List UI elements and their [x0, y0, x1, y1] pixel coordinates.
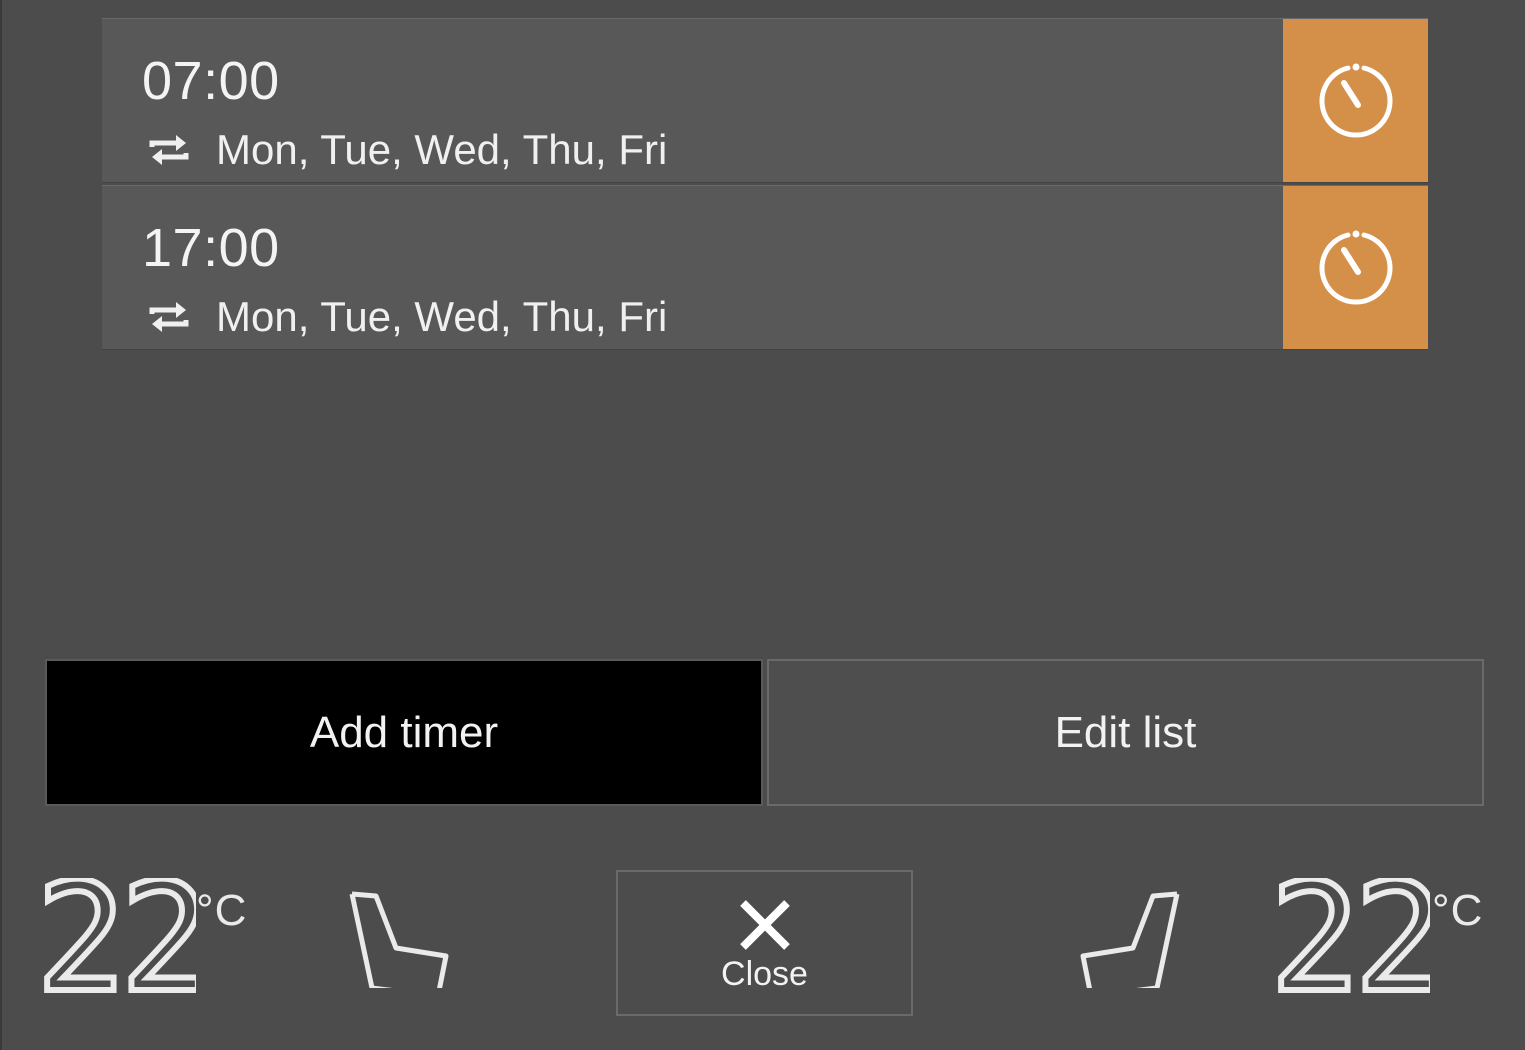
timer-days-label: Mon, Tue, Wed, Thu, Fri: [216, 126, 668, 173]
repeat-icon: [149, 135, 189, 165]
timer-list: 07:00 Mon, Tue, Wed, Thu, Fri 17:00 Mon,…: [102, 18, 1428, 352]
climate-timer-screen: 07:00 Mon, Tue, Wed, Thu, Fri 17:00 Mon,…: [0, 0, 1525, 1050]
left-temperature[interactable]: 22 °C: [36, 878, 256, 998]
timer-time: 07:00: [142, 51, 280, 111]
left-temperature-unit: °C: [196, 886, 248, 935]
left-temperature-value: 22: [36, 878, 196, 998]
timer-toggle-button[interactable]: [1283, 186, 1428, 349]
action-buttons: Add timer Edit list: [45, 659, 1484, 806]
right-temperature-unit: °C: [1432, 886, 1484, 935]
right-temperature-digits: 22: [1270, 878, 1430, 998]
timer-icon: [1319, 230, 1392, 304]
timer-repeat-days: Mon, Tue, Wed, Thu, Fri: [148, 292, 667, 342]
timer-row-1[interactable]: 07:00 Mon, Tue, Wed, Thu, Fri: [102, 18, 1428, 183]
right-seat-heat-icon[interactable]: [1077, 888, 1187, 988]
close-icon: [739, 899, 790, 950]
add-timer-button[interactable]: Add timer: [45, 659, 763, 806]
right-temperature-value: 22: [1270, 878, 1430, 998]
timer-icon: [1319, 63, 1392, 137]
timer-toggle-button[interactable]: [1283, 19, 1428, 182]
timer-time: 17:00: [142, 218, 280, 278]
timer-row-2[interactable]: 17:00 Mon, Tue, Wed, Thu, Fri: [102, 185, 1428, 350]
left-temperature-digits: 22: [36, 878, 196, 998]
right-temperature[interactable]: 22 °C: [1270, 878, 1490, 998]
timer-days-label: Mon, Tue, Wed, Thu, Fri: [216, 293, 668, 340]
timer-repeat-days: Mon, Tue, Wed, Thu, Fri: [148, 125, 667, 175]
left-seat-heat-icon[interactable]: [342, 888, 452, 988]
repeat-icon: [149, 302, 189, 332]
edit-list-button[interactable]: Edit list: [767, 659, 1484, 806]
climate-bar: 22 °C Close 22 °C: [2, 868, 1525, 1018]
close-label: Close: [721, 954, 808, 993]
close-button[interactable]: Close: [616, 870, 913, 1016]
